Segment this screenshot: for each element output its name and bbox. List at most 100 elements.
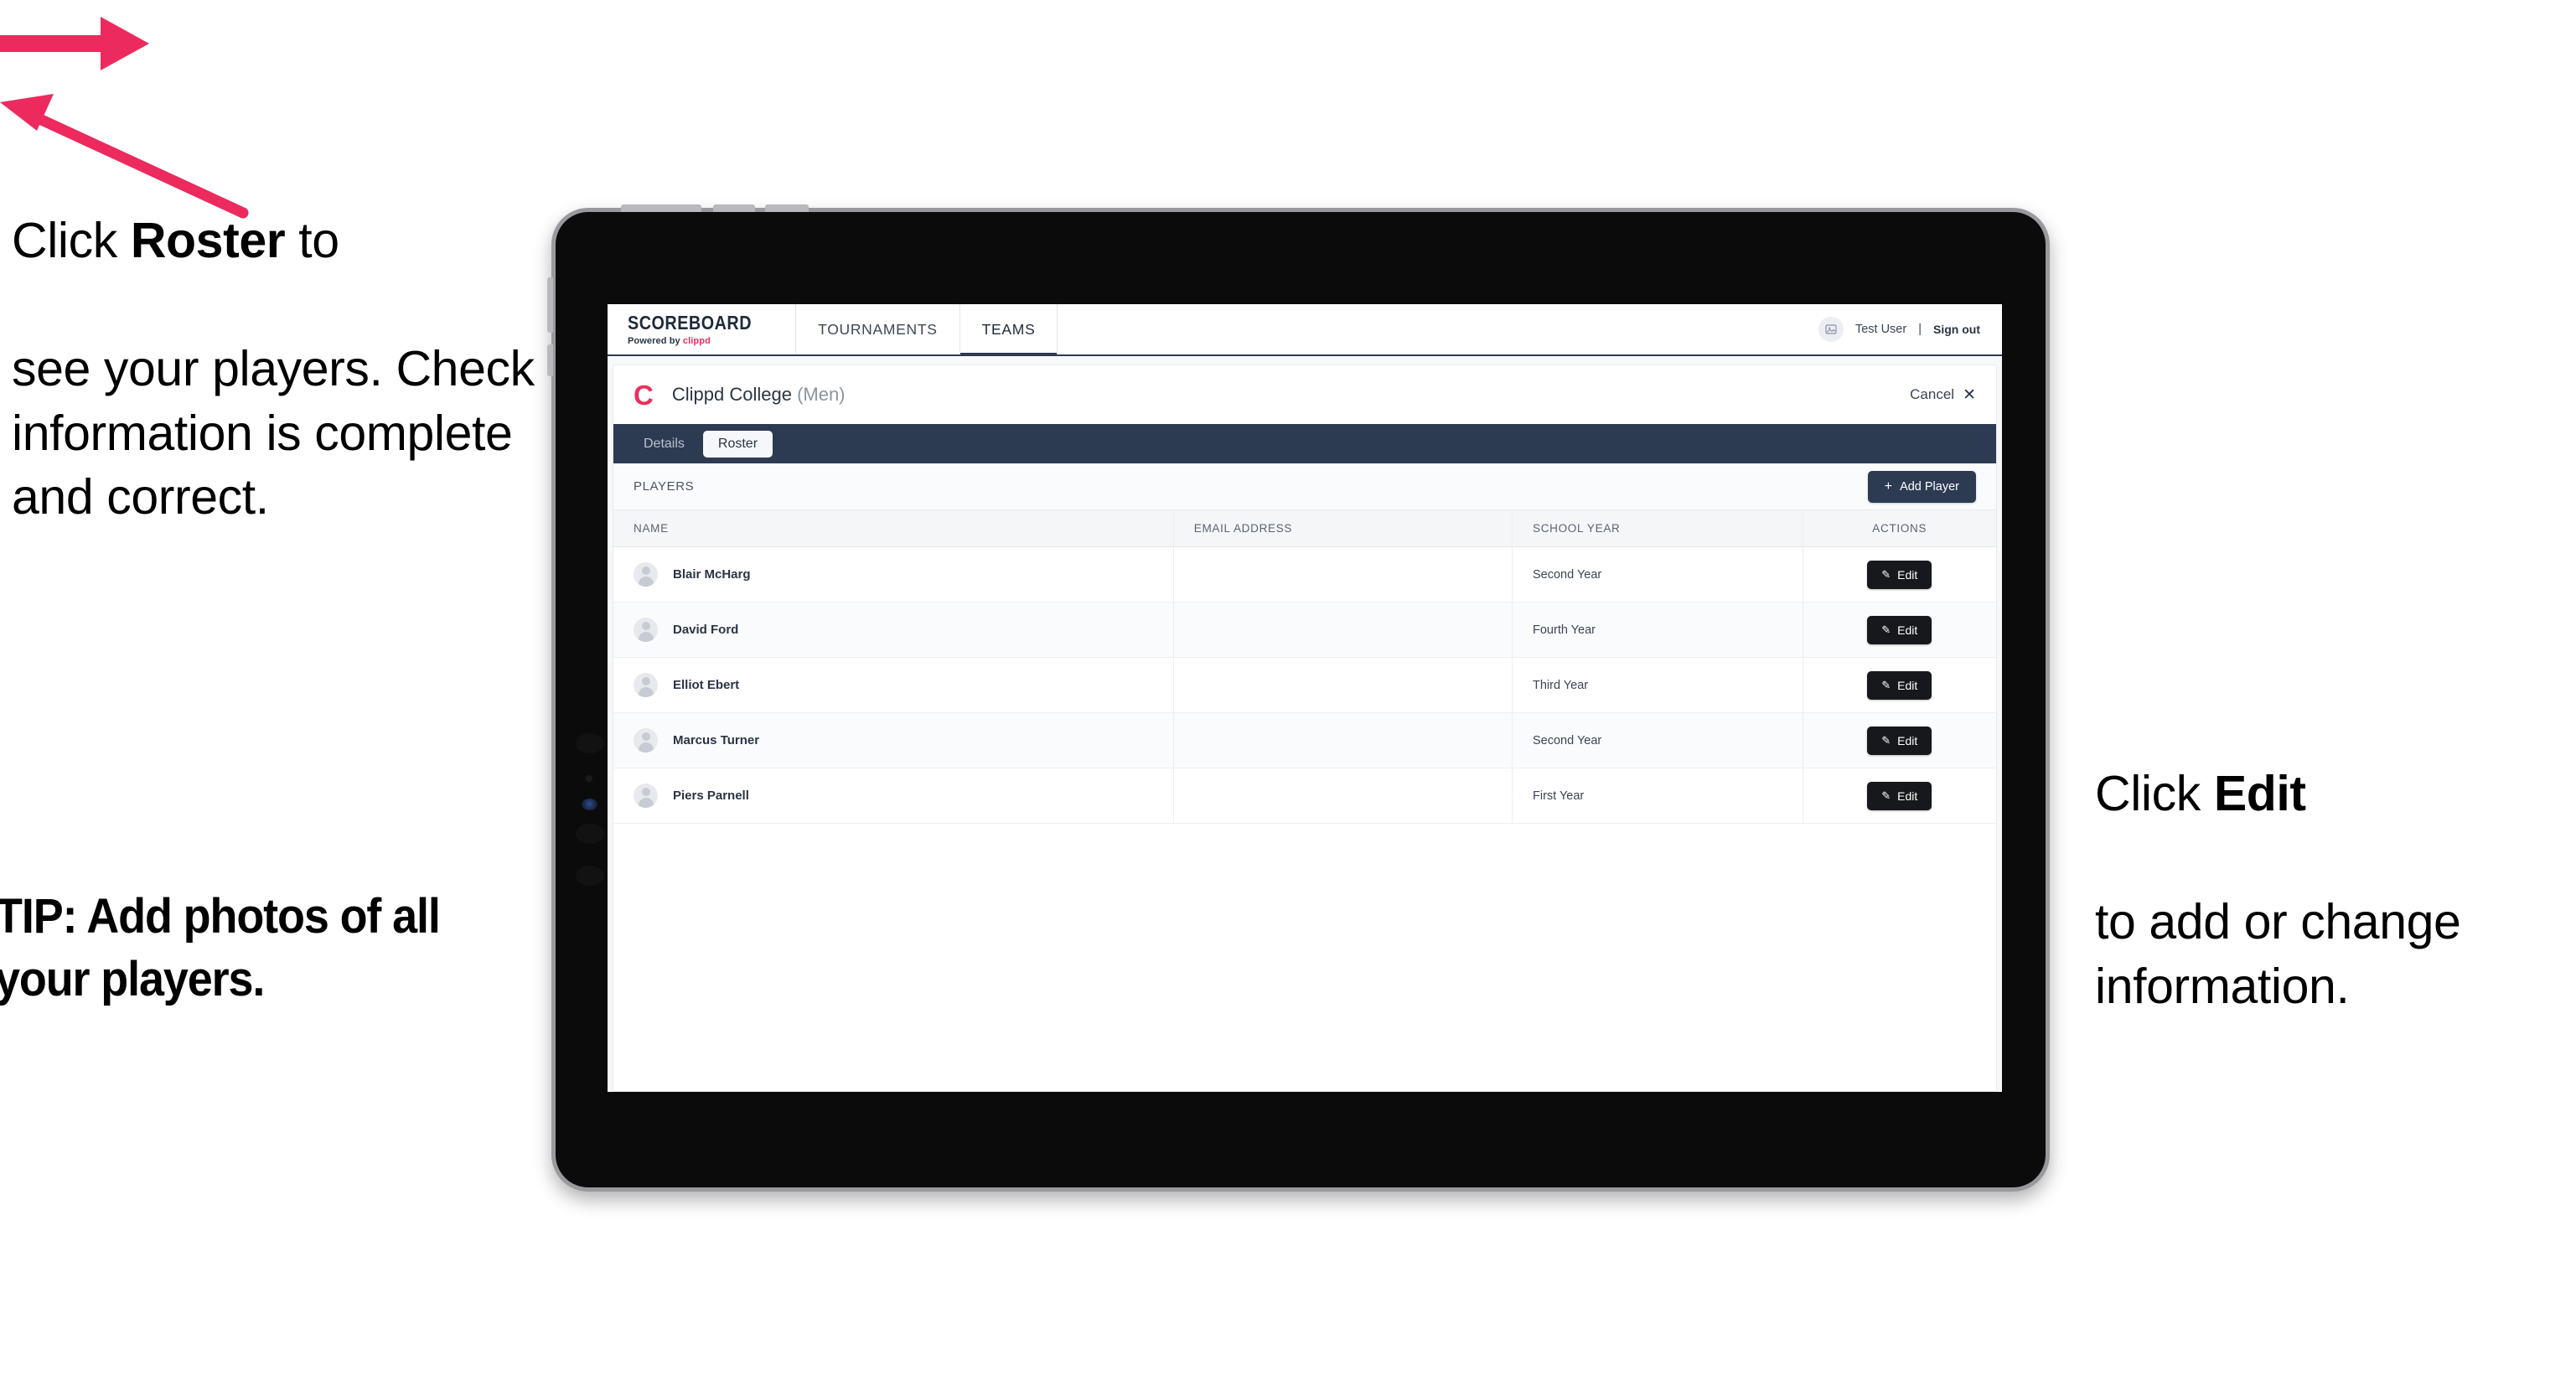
- table-row[interactable]: Elliot Ebert Third Year ✎ Edit: [613, 657, 1996, 713]
- player-name: Elliot Ebert: [673, 678, 740, 692]
- nav-tab-tournaments-label: TOURNAMENTS: [818, 320, 938, 338]
- device-top-button-1: [621, 204, 701, 212]
- avatar: [634, 562, 658, 587]
- players-toolbar: PLAYERS + Add Player: [613, 463, 1996, 510]
- cell-school-year: Fourth Year: [1512, 602, 1803, 658]
- device-speaker-icon: [576, 824, 604, 844]
- clippd-c-logo-icon: C: [634, 379, 654, 411]
- cell-email: [1173, 712, 1513, 768]
- column-header-school-year: SCHOOL YEAR: [1512, 510, 1803, 547]
- plus-icon: +: [1884, 478, 1893, 494]
- arrow-to-edit-button: [0, 87, 251, 221]
- roster-table: NAME EMAIL ADDRESS SCHOOL YEAR ACTIONS B…: [613, 510, 1996, 824]
- cell-actions: ✎ Edit: [1803, 712, 1996, 768]
- annotation-right: Click Edit to add or change information.: [2095, 697, 2576, 1018]
- roster-table-head: NAME EMAIL ADDRESS SCHOOL YEAR ACTIONS: [613, 510, 1996, 547]
- table-row[interactable]: Blair McHarg Second Year ✎ Edit: [613, 546, 1996, 602]
- user-name: Test User: [1854, 323, 1907, 336]
- team-gender-text: (Men): [797, 384, 846, 405]
- nav-tab-teams[interactable]: TEAMS: [960, 304, 1058, 356]
- tablet-screen: SCOREBOARD Powered by clippd TOURNAMENTS…: [608, 304, 2002, 1092]
- device-top-button-2: [713, 204, 755, 212]
- cell-actions: ✎ Edit: [1803, 768, 1996, 824]
- nav-tab-teams-label: TEAMS: [981, 320, 1036, 338]
- player-identity: Piers Parnell: [634, 784, 1173, 808]
- annotation-right-rest: to add or change information.: [2095, 894, 2461, 1014]
- table-header-row: NAME EMAIL ADDRESS SCHOOL YEAR ACTIONS: [613, 510, 1996, 547]
- annotation-right-pre: Click: [2095, 765, 2214, 821]
- cancel-label: Cancel: [1910, 386, 1955, 402]
- device-lens-icon: [582, 799, 597, 810]
- player-name: David Ford: [673, 623, 739, 637]
- tablet-device-frame: SCOREBOARD Powered by clippd TOURNAMENTS…: [547, 204, 2050, 1192]
- table-row[interactable]: Piers Parnell First Year ✎ Edit: [613, 768, 1996, 824]
- avatar: [634, 618, 658, 642]
- brand-tagline-clippd: clippd: [682, 335, 711, 346]
- table-row[interactable]: Marcus Turner Second Year ✎ Edit: [613, 712, 1996, 768]
- slide-canvas: Click Roster to see your players. Check …: [0, 0, 2576, 1386]
- device-microphone-icon: [576, 866, 604, 886]
- sign-out-link[interactable]: Sign out: [1933, 323, 1980, 336]
- add-player-button[interactable]: + Add Player: [1867, 470, 1976, 503]
- pencil-icon: ✎: [1881, 789, 1891, 802]
- tab-roster-label: Roster: [717, 436, 758, 451]
- roster-table-body: Blair McHarg Second Year ✎ Edit David Ford Fo…: [613, 546, 1996, 824]
- cell-school-year: Second Year: [1512, 712, 1803, 768]
- cell-email: [1173, 546, 1513, 602]
- annotation-right-bold: Edit: [2213, 765, 2306, 821]
- nav-tab-tournaments[interactable]: TOURNAMENTS: [796, 304, 960, 354]
- player-identity: Elliot Ebert: [634, 673, 1173, 697]
- app-logo[interactable]: SCOREBOARD Powered by clippd: [608, 304, 797, 354]
- user-avatar-icon[interactable]: [1818, 317, 1844, 342]
- players-section-title: PLAYERS: [634, 479, 695, 494]
- cell-actions: ✎ Edit: [1803, 546, 1996, 602]
- player-identity: Blair McHarg: [634, 562, 1173, 587]
- team-title: Clippd College (Men): [672, 384, 846, 406]
- user-separator: |: [1918, 323, 1922, 336]
- empty-table-area: [613, 824, 1996, 1091]
- brand-name: SCOREBOARD: [628, 311, 753, 334]
- player-name: Blair McHarg: [673, 567, 751, 582]
- school-year-value: First Year: [1533, 789, 1585, 803]
- cell-name: David Ford: [613, 602, 1174, 658]
- cancel-button[interactable]: Cancel ✕: [1910, 385, 1976, 405]
- arrow-to-roster-tab: [0, 0, 168, 87]
- column-header-name: NAME: [613, 510, 1174, 547]
- cell-email: [1173, 602, 1513, 658]
- edit-button[interactable]: ✎ Edit: [1867, 670, 1932, 700]
- annotation-left-rest: see your players. Check information is c…: [12, 341, 535, 525]
- cell-school-year: Second Year: [1512, 546, 1803, 602]
- cell-name: Elliot Ebert: [613, 657, 1174, 713]
- cell-actions: ✎ Edit: [1803, 602, 1996, 658]
- column-header-email: EMAIL ADDRESS: [1173, 510, 1513, 547]
- edit-button[interactable]: ✎ Edit: [1867, 726, 1932, 755]
- device-top-button-3: [765, 204, 809, 212]
- avatar: [634, 784, 658, 808]
- pencil-icon: ✎: [1881, 678, 1891, 691]
- school-year-value: Third Year: [1533, 679, 1589, 692]
- school-year-value: Second Year: [1533, 568, 1602, 582]
- school-year-value: Fourth Year: [1533, 623, 1596, 637]
- close-icon: ✕: [1963, 385, 1976, 404]
- avatar: [634, 673, 658, 697]
- player-identity: David Ford: [634, 618, 1173, 642]
- cell-email: [1173, 657, 1513, 713]
- device-side-button-2: [547, 344, 553, 376]
- cell-school-year: First Year: [1512, 768, 1803, 824]
- cell-school-year: Third Year: [1512, 657, 1803, 713]
- edit-button-label: Edit: [1897, 733, 1918, 747]
- edit-button[interactable]: ✎ Edit: [1867, 560, 1932, 589]
- page-body: C Clippd College (Men) Cancel ✕ Details: [608, 356, 2002, 1092]
- tab-roster[interactable]: Roster: [702, 430, 773, 458]
- edit-button[interactable]: ✎ Edit: [1867, 781, 1932, 810]
- edit-button[interactable]: ✎ Edit: [1867, 615, 1932, 644]
- add-player-label: Add Player: [1900, 479, 1959, 494]
- tab-details[interactable]: Details: [637, 437, 691, 452]
- device-camera-icon: [576, 733, 604, 753]
- annotation-left-post: to: [285, 212, 339, 268]
- school-year-value: Second Year: [1533, 734, 1602, 747]
- table-row[interactable]: David Ford Fourth Year ✎ Edit: [613, 602, 1996, 658]
- pencil-icon: ✎: [1881, 567, 1891, 581]
- cell-email: [1173, 768, 1513, 824]
